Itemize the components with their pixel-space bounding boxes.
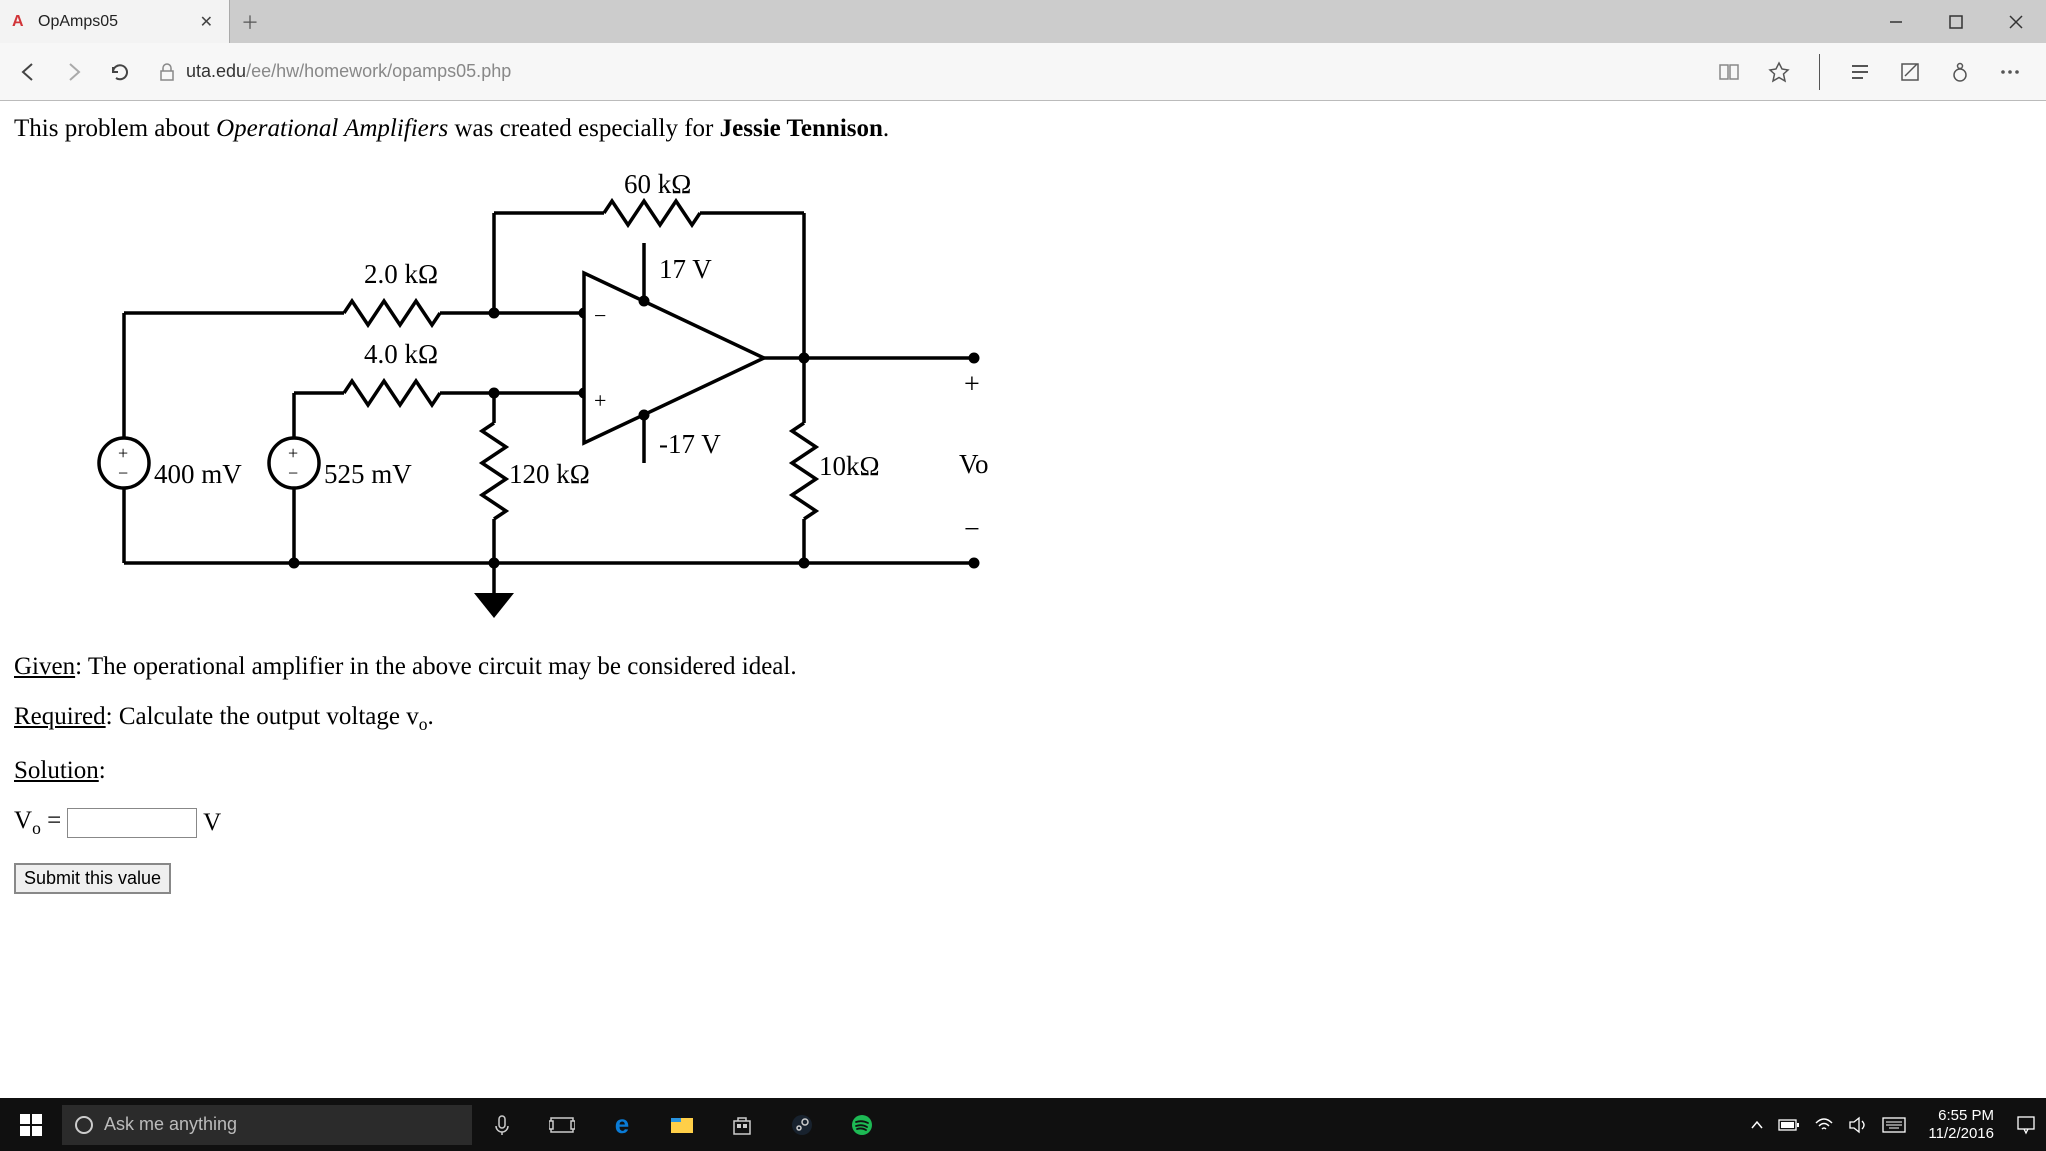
circuit-diagram: 60 kΩ 2.0 kΩ 4.0 kΩ − + 17 V [64, 163, 2032, 623]
new-tab-button[interactable]: ＋ [230, 0, 270, 43]
problem-intro: This problem about Operational Amplifier… [14, 115, 2032, 143]
tray-chevron-icon[interactable] [1750, 1118, 1764, 1132]
more-icon[interactable] [1996, 58, 2024, 86]
url-text: uta.edu/ee/hw/homework/opamps05.php [186, 61, 511, 82]
cortana-placeholder: Ask me anything [104, 1114, 237, 1135]
solution-section: Solution: [14, 757, 2032, 785]
v-neg-rail-label: -17 V [659, 429, 721, 459]
task-explorer-icon[interactable] [652, 1098, 712, 1151]
task-store-icon[interactable] [712, 1098, 772, 1151]
submit-button[interactable]: Submit this value [14, 863, 171, 894]
nav-back-button[interactable] [14, 58, 42, 86]
browser-toolbar: uta.edu/ee/hw/homework/opamps05.php [0, 43, 2046, 101]
reading-view-icon[interactable] [1715, 58, 1743, 86]
tab-close-icon[interactable]: ✕ [196, 12, 217, 32]
nav-forward-button[interactable] [60, 58, 88, 86]
nav-refresh-button[interactable] [106, 58, 134, 86]
taskbar: Ask me anything e [0, 1098, 2046, 1151]
svg-text:+: + [118, 443, 128, 463]
tray-volume-icon[interactable] [1848, 1116, 1868, 1134]
task-mic-icon[interactable] [472, 1098, 532, 1151]
r-ground-label: 120 kΩ [509, 459, 590, 489]
tray-battery-icon[interactable] [1778, 1118, 1800, 1132]
address-bar[interactable]: uta.edu/ee/hw/homework/opamps05.php [152, 61, 1697, 82]
answer-variable: Vo = [14, 807, 61, 839]
tray-keyboard-icon[interactable] [1882, 1117, 1906, 1133]
svg-text:−: − [118, 463, 128, 483]
system-tray: 6:55 PM 11/2/2016 [1740, 1107, 2046, 1143]
svg-text:−: − [288, 463, 298, 483]
share-icon[interactable] [1946, 58, 1974, 86]
task-edge-icon[interactable]: e [592, 1098, 652, 1151]
window-titlebar: A OpAmps05 ✕ ＋ [0, 0, 2046, 43]
svg-text:+: + [964, 369, 980, 400]
answer-unit: V [203, 809, 221, 837]
v-pos-rail-label: 17 V [659, 254, 712, 284]
r-load-label: 10kΩ [819, 451, 880, 481]
start-button[interactable] [0, 1098, 62, 1151]
r-feedback-label: 60 kΩ [624, 169, 691, 199]
window-minimize-button[interactable] [1866, 0, 1926, 43]
window-maximize-button[interactable] [1926, 0, 1986, 43]
tray-wifi-icon[interactable] [1814, 1117, 1834, 1133]
vo-label: Vo [959, 449, 989, 479]
task-view-icon[interactable] [532, 1098, 592, 1151]
window-close-button[interactable] [1986, 0, 2046, 43]
answer-input[interactable] [67, 808, 197, 838]
task-spotify-icon[interactable] [832, 1098, 892, 1151]
given-section: Given: The operational amplifier in the … [14, 653, 2032, 681]
v-src1-label: 400 mV [154, 459, 242, 489]
browser-tab[interactable]: A OpAmps05 ✕ [0, 0, 230, 43]
task-steam-icon[interactable] [772, 1098, 832, 1151]
tray-notifications-icon[interactable] [2016, 1115, 2036, 1135]
tray-clock[interactable]: 6:55 PM 11/2/2016 [1920, 1107, 2002, 1143]
tab-title: OpAmps05 [38, 13, 188, 31]
lock-icon [158, 62, 176, 82]
page-content: This problem about Operational Amplifier… [0, 101, 2046, 894]
favorite-star-icon[interactable] [1765, 58, 1793, 86]
hub-icon[interactable] [1846, 58, 1874, 86]
svg-text:−: − [964, 514, 980, 545]
r-in-bot-label: 4.0 kΩ [364, 339, 438, 369]
tab-favicon: A [12, 13, 30, 31]
required-section: Required: Calculate the output voltage v… [14, 703, 2032, 735]
svg-text:+: + [594, 388, 606, 413]
webnote-icon[interactable] [1896, 58, 1924, 86]
svg-text:+: + [288, 443, 298, 463]
v-src2-label: 525 mV [324, 459, 412, 489]
cortana-search[interactable]: Ask me anything [62, 1105, 472, 1145]
r-in-top-label: 2.0 kΩ [364, 259, 438, 289]
answer-row: Vo = V [14, 807, 2032, 839]
svg-text:−: − [594, 303, 606, 328]
